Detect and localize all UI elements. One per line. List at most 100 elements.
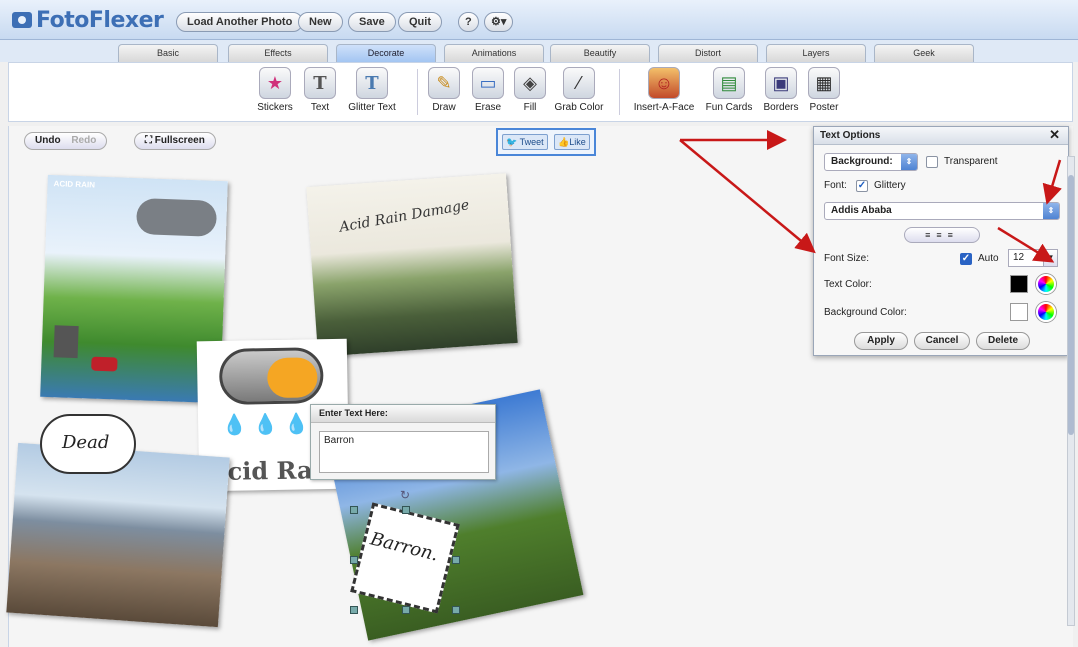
delete-button[interactable]: Delete — [976, 332, 1030, 350]
color-wheel-icon[interactable] — [1036, 302, 1056, 322]
rotate-handle-icon[interactable]: ↻ — [400, 488, 410, 502]
twitter-bird-icon: 🐦 — [506, 137, 518, 147]
chevron-updown-icon: ⇕ — [1043, 203, 1059, 219]
tab-basic[interactable]: Basic — [118, 44, 218, 62]
text-color-swatch[interactable] — [1010, 275, 1028, 293]
dead-caption: Dead — [62, 432, 110, 453]
pencil-icon: ✎ — [428, 67, 460, 99]
tweet-button[interactable]: 🐦 Tweet — [502, 134, 548, 150]
borders-icon: ▣ — [765, 67, 797, 99]
help-button[interactable]: ? — [458, 12, 479, 32]
auto-label: Auto — [978, 253, 999, 264]
text-options-panel: Text Options ✕ Background: ⇕ Transparent … — [813, 126, 1069, 356]
transparent-label: Transparent — [944, 156, 998, 167]
glittery-label: Glittery — [874, 180, 906, 191]
tab-beautify[interactable]: Beautify — [550, 44, 650, 62]
transparent-checkbox[interactable] — [926, 156, 938, 168]
resize-handle[interactable] — [350, 506, 358, 514]
fill-tool[interactable]: ◈ Fill — [511, 67, 549, 113]
redo-button[interactable]: Redo — [71, 135, 96, 146]
tab-geek[interactable]: Geek — [874, 44, 974, 62]
stickers-icon: ★ — [259, 67, 291, 99]
poster-tool[interactable]: ▦ Poster — [805, 67, 843, 113]
toolbar-divider — [417, 69, 418, 115]
factory — [53, 325, 79, 359]
text-tool[interactable]: T Text — [301, 67, 339, 113]
resize-handle[interactable] — [350, 556, 358, 564]
app-logo: FotoFlexer — [12, 8, 164, 33]
close-icon[interactable]: ✕ — [1049, 127, 1060, 143]
sun-shape — [267, 357, 318, 399]
scrollbar-thumb[interactable] — [1068, 175, 1074, 435]
fun-cards-tool[interactable]: ▤ Fun Cards — [703, 67, 755, 113]
thumbs-up-icon: 👍 — [558, 137, 570, 147]
social-share-bar: 🐦 Tweet 👍Like — [496, 128, 596, 156]
resize-handle[interactable] — [452, 556, 460, 564]
storm-cloud — [135, 198, 218, 237]
acid-rain-damage-photo[interactable]: Acid Rain Damage — [306, 173, 518, 357]
enter-text-input[interactable]: Barron — [319, 431, 489, 473]
load-another-photo-button[interactable]: Load Another Photo — [176, 12, 304, 32]
tab-distort[interactable]: Distort — [658, 44, 758, 62]
chevron-updown-icon: ⇕ — [901, 154, 917, 170]
text-icon: T — [304, 67, 336, 99]
toolbar-divider — [619, 69, 620, 115]
borders-tool[interactable]: ▣ Borders — [761, 67, 801, 113]
insert-a-face-tool[interactable]: ☺ Insert-A-Face — [631, 67, 697, 113]
resize-handle[interactable] — [350, 606, 358, 614]
align-right-icon[interactable]: ≡ — [948, 230, 959, 240]
red-car — [91, 356, 118, 372]
align-left-icon[interactable]: ≡ — [925, 230, 936, 240]
green-raindrops: 💧💧💧 — [221, 413, 316, 437]
text-color-label: Text Color: — [824, 279, 872, 290]
thought-bubble: Dead — [40, 414, 136, 474]
new-button[interactable]: New — [298, 12, 343, 32]
eraser-icon: ▭ — [472, 67, 504, 99]
settings-button[interactable]: ⚙▾ — [484, 12, 514, 32]
tab-layers[interactable]: Layers — [766, 44, 866, 62]
undo-button[interactable]: Undo Redo — [24, 132, 108, 150]
cancel-button[interactable]: Cancel — [914, 332, 970, 350]
glittery-checkbox[interactable]: ✓ — [856, 180, 868, 192]
font-select[interactable]: Addis Ababa ⇕ — [824, 202, 1060, 220]
glitter-text-icon: T — [356, 67, 388, 99]
resize-handle[interactable] — [402, 506, 410, 514]
background-color-label: Background Color: — [824, 307, 907, 318]
grab-color-tool[interactable]: ⁄ Grab Color — [553, 67, 605, 113]
tab-animations[interactable]: Animations — [444, 44, 544, 62]
font-size-label: Font Size: — [824, 253, 870, 264]
poster-icon: ▦ — [808, 67, 840, 99]
tab-effects[interactable]: Effects — [228, 44, 328, 62]
top-bar: FotoFlexer Load Another Photo New Save Q… — [0, 0, 1078, 40]
camera-icon — [12, 12, 32, 28]
align-center-icon[interactable]: ≡ — [936, 230, 947, 240]
text-align-group[interactable]: ≡≡≡ — [904, 227, 980, 243]
background-select[interactable]: Background: ⇕ — [824, 153, 918, 171]
eyedropper-icon: ⁄ — [563, 67, 595, 99]
auto-size-checkbox[interactable]: ✓ — [960, 253, 972, 265]
quit-button[interactable]: Quit — [398, 12, 442, 32]
background-color-swatch[interactable] — [1010, 303, 1028, 321]
erase-tool[interactable]: ▭ Erase — [469, 67, 507, 113]
save-button[interactable]: Save — [348, 12, 396, 32]
font-size-input[interactable]: 12 ▼ — [1008, 249, 1058, 267]
color-wheel-icon[interactable] — [1036, 274, 1056, 294]
draw-tool[interactable]: ✎ Draw — [425, 67, 463, 113]
apply-button[interactable]: Apply — [854, 332, 908, 350]
fullscreen-icon: ⛶ — [145, 135, 152, 146]
fun-cards-icon: ▤ — [713, 67, 745, 99]
stickers-tool[interactable]: ★ Stickers — [253, 67, 297, 113]
glitter-text-tool[interactable]: T Glitter Text — [343, 67, 401, 113]
face-icon: ☺ — [648, 67, 680, 99]
enter-text-dialog-title: Enter Text Here: — [311, 405, 495, 423]
enter-text-dialog: Enter Text Here: Barron — [310, 404, 496, 480]
paint-bucket-icon: ◈ — [514, 67, 546, 99]
resize-handle[interactable] — [402, 606, 410, 614]
fullscreen-button[interactable]: ⛶ Fullscreen — [134, 132, 216, 150]
damage-caption: Acid Rain Damage — [338, 197, 471, 236]
chevron-down-icon[interactable]: ▼ — [1043, 250, 1057, 266]
diagram-title: ACID RAIN — [53, 179, 96, 190]
like-button[interactable]: 👍Like — [554, 134, 590, 150]
resize-handle[interactable] — [452, 606, 460, 614]
tab-decorate[interactable]: Decorate — [336, 44, 436, 64]
